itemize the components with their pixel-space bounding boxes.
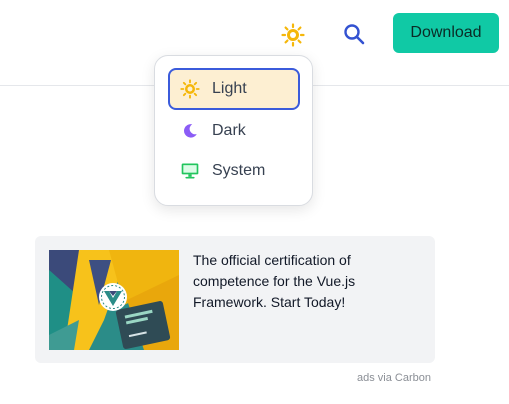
download-button[interactable]: Download [393, 13, 499, 53]
theme-option-label: Light [212, 80, 247, 97]
ad-image[interactable] [49, 250, 179, 350]
theme-option-system[interactable]: System [168, 150, 300, 192]
theme-option-dark[interactable]: Dark [168, 110, 300, 152]
ad-text-link[interactable]: The official certification of competence… [193, 250, 393, 313]
carbon-ad: The official certification of competence… [35, 236, 435, 363]
sun-icon [281, 23, 305, 47]
ads-via-carbon-link[interactable]: ads via Carbon [357, 372, 431, 384]
search-button[interactable] [339, 19, 369, 49]
monitor-icon [180, 161, 200, 181]
moon-icon [180, 121, 200, 141]
theme-menu: Light Dark System [154, 55, 313, 206]
theme-toggle-button[interactable] [278, 20, 308, 50]
theme-option-label: Dark [212, 122, 246, 139]
theme-option-label: System [212, 162, 266, 179]
sun-icon [180, 79, 200, 99]
theme-option-light[interactable]: Light [168, 68, 300, 110]
search-icon [344, 24, 365, 45]
